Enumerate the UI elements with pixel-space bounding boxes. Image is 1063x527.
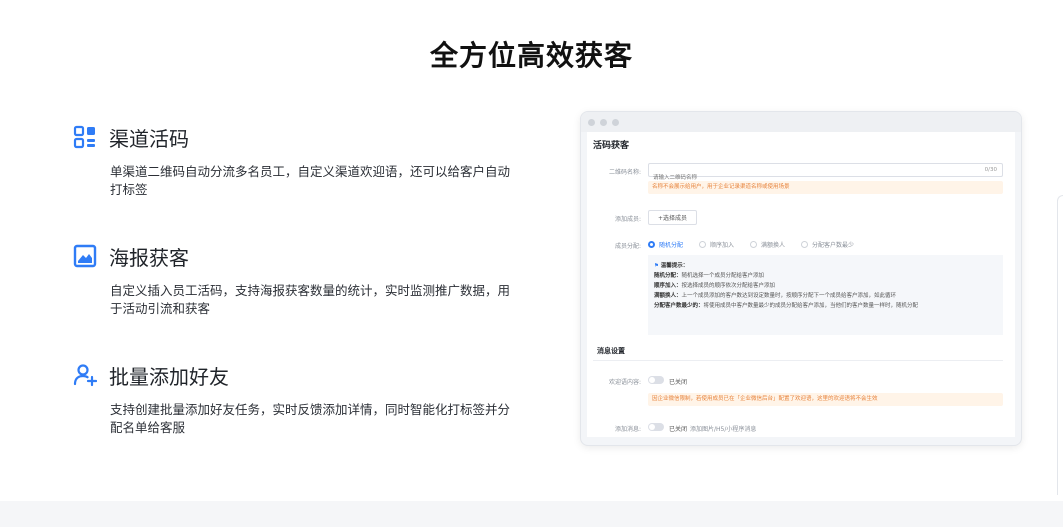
tip-line: 分配客户数最少的：将使用成员中客户数量最少的成员分配给客户添加，当他们的客户数量… (654, 303, 919, 309)
form-panel: 活码获客 二维码名称: 0/30 名称不会展示给用户，用于企业记录渠道名称或使用… (587, 132, 1015, 437)
feature-desc: 支持创建批量添加好友任务，实时反馈添加详情，同时智能化打标签并分配名单给客服 (110, 402, 511, 435)
feature-item: 渠道活码 单渠道二维码自动分流多名员工，自定义渠道欢迎语，还可以给客户自动打标签 (73, 120, 523, 199)
add-msg-extra: 添加图片/H5/小程序消息 (690, 426, 757, 433)
welcome-label: 欢迎语内容: (608, 379, 641, 386)
tip-line: 满额换人：上一个成员添加的客户数达到设定数量时，按顺序分配下一个成员给客户添加，… (654, 293, 897, 299)
tip-line: 顺序加入：按选择成员的顺序依次分配给客户添加 (654, 283, 776, 289)
window-dot-icon (588, 118, 595, 126)
add-member-label: 添加成员: (614, 216, 641, 223)
welcome-hint: 因企业微信限制，若使用成员已在「企业微信后台」配置了欢迎语，这里的欢迎语将不会生… (648, 393, 1003, 406)
char-counter: 0/30 (984, 167, 997, 173)
side-panel-edge (1057, 195, 1063, 495)
welcome-status: 已关闭 (669, 379, 688, 386)
add-msg-toggle[interactable] (648, 423, 664, 431)
assign-radio-group: 随机分配 顺序加入 满额换人 分配客户数最少 (648, 240, 870, 249)
qr-name-field[interactable]: 0/30 (648, 163, 1003, 184)
window-dot-icon (600, 118, 607, 126)
qr-name-label: 二维码名称: (608, 169, 641, 176)
qr-name-hint: 名称不会展示给用户，用于企业记录渠道名称或使用场景 (648, 181, 1003, 194)
section-title-message: 消息设置 (597, 347, 625, 355)
add-msg-status: 已关闭 (669, 426, 688, 433)
tips-title: 温馨提示： (660, 263, 689, 269)
footer-band (0, 501, 1063, 527)
welcome-toggle[interactable] (648, 376, 664, 384)
feature-desc: 自定义插入员工活码，支持海报获客数量的统计，实时监测推广数据，用于活动引流和获客 (110, 283, 511, 316)
feature-list: 渠道活码 单渠道二维码自动分流多名员工，自定义渠道欢迎语，还可以给客户自动打标签… (73, 120, 523, 477)
window-titlebar (581, 112, 1021, 132)
app-preview-window: 活码获客 二维码名称: 0/30 名称不会展示给用户，用于企业记录渠道名称或使用… (580, 111, 1022, 446)
flag-icon: ⚑ 温馨提示： (654, 263, 689, 269)
window-dot-icon (612, 118, 619, 126)
feature-title: 批量添加好友 (109, 364, 229, 389)
feature-item: 批量添加好友 支持创建批量添加好友任务，实时反馈添加详情，同时智能化打标签并分配… (73, 358, 523, 437)
assign-label: 成员分配: (614, 243, 641, 250)
section-title-live-code: 活码获客 (593, 141, 630, 151)
qrcode-grid-icon (73, 125, 97, 149)
radio-full-switch[interactable]: 满额换人 (750, 240, 785, 249)
divider (593, 360, 1003, 361)
radio-random[interactable]: 随机分配 (648, 240, 683, 249)
add-friend-icon (73, 363, 97, 387)
page-title: 全方位高效获客 (429, 39, 633, 72)
feature-title: 海报获客 (109, 245, 189, 270)
feature-desc: 单渠道二维码自动分流多名员工，自定义渠道欢迎语，还可以给客户自动打标签 (110, 164, 511, 197)
tip-line: 随机分配：随机选择一个成员分配给客户添加 (654, 273, 765, 279)
feature-title: 渠道活码 (109, 126, 189, 151)
feature-item: 海报获客 自定义插入员工活码，支持海报获客数量的统计，实时监测推广数据，用于活动… (73, 239, 523, 318)
radio-least-customers[interactable]: 分配客户数最少 (801, 240, 854, 249)
select-member-button[interactable]: +选择成员 (648, 210, 697, 225)
radio-sequence[interactable]: 顺序加入 (699, 240, 734, 249)
add-msg-label: 添加消息: (614, 426, 641, 433)
assign-tips-box: ⚑ 温馨提示： 随机分配：随机选择一个成员分配给客户添加 顺序加入：按选择成员的… (648, 255, 1003, 335)
poster-image-icon (73, 244, 97, 268)
